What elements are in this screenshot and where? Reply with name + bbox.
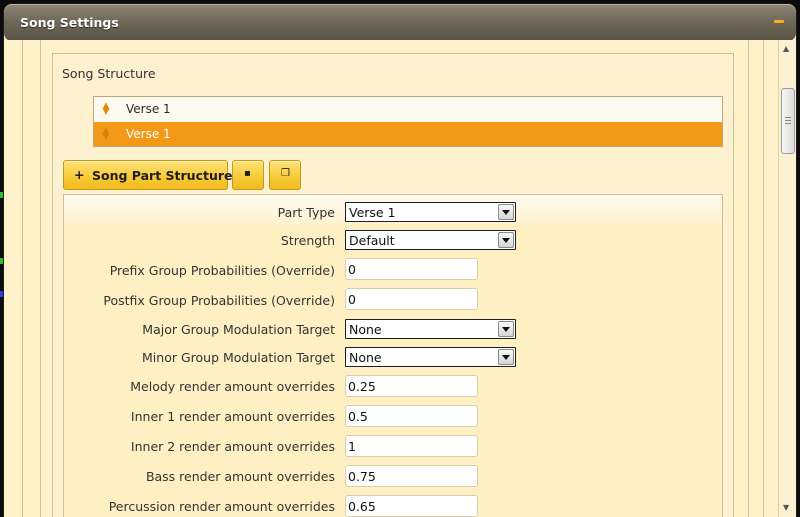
postfix-group-input[interactable]: 0: [345, 288, 478, 310]
percussion-render-label: Percussion render amount overrides: [108, 499, 335, 514]
grip-icon: [785, 123, 791, 124]
postfix-group-label: Postfix Group Probabilities (Override): [103, 293, 335, 308]
melody-render-label: Melody render amount overrides: [130, 379, 335, 394]
inner2-render-input[interactable]: 1: [345, 435, 478, 457]
major-modulation-label: Major Group Modulation Target: [142, 322, 335, 337]
chevron-down-icon[interactable]: [498, 232, 514, 248]
strength-select[interactable]: Default: [345, 230, 516, 250]
settings-content: Song Structure ▲ ▼ Verse 1 ▲ ▼ Verse 1 + S…: [4, 40, 796, 517]
list-item-label: Verse 1: [126, 102, 171, 116]
list-item-label: Verse 1: [126, 127, 171, 141]
bass-render-label: Bass render amount overrides: [145, 469, 335, 484]
bass-render-input[interactable]: 0.75: [345, 465, 478, 487]
scrollbar-thumb[interactable]: [781, 88, 795, 154]
reorder-icon[interactable]: ▲ ▼: [101, 127, 111, 142]
prefix-group-input[interactable]: 0: [345, 258, 478, 280]
trash-icon: ▪: [244, 168, 251, 179]
copy-button[interactable]: ❐: [269, 160, 301, 190]
window-title: Song Settings: [20, 15, 119, 30]
divider: [763, 40, 764, 517]
chevron-down-icon[interactable]: [498, 321, 514, 337]
part-settings-form: Part Type Verse 1 Strength Default Prefi…: [63, 194, 723, 517]
divider: [22, 40, 23, 517]
list-item-selected[interactable]: ▲ ▼ Verse 1: [94, 122, 722, 146]
prefix-group-label: Prefix Group Probabilities (Override): [109, 263, 335, 278]
window-titlebar[interactable]: Song Settings: [4, 4, 796, 40]
part-type-select[interactable]: Verse 1: [345, 202, 516, 222]
chevron-down-icon[interactable]: [498, 349, 514, 365]
inner1-render-label: Inner 1 render amount overrides: [130, 409, 335, 424]
minor-modulation-label: Minor Group Modulation Target: [142, 350, 335, 365]
part-type-label: Part Type: [277, 205, 335, 220]
delete-button[interactable]: ▪: [232, 160, 264, 190]
divider: [748, 40, 749, 517]
song-structure-group: Song Structure ▲ ▼ Verse 1 ▲ ▼ Verse 1 + S…: [52, 53, 734, 517]
add-song-part-structure-button[interactable]: + Song Part Structure: [63, 160, 233, 190]
inner2-render-label: Inner 2 render amount overrides: [130, 439, 335, 454]
percussion-render-input[interactable]: 0.65: [345, 495, 478, 517]
melody-render-input[interactable]: 0.25: [345, 375, 478, 397]
group-title: Song Structure: [62, 66, 156, 81]
list-item[interactable]: ▲ ▼ Verse 1: [94, 97, 722, 121]
grip-icon: [785, 120, 791, 121]
minor-modulation-select[interactable]: None: [345, 347, 516, 367]
copy-icon: ❐: [281, 168, 290, 179]
structure-list[interactable]: ▲ ▼ Verse 1 ▲ ▼ Verse 1: [93, 96, 723, 147]
major-modulation-select[interactable]: None: [345, 319, 516, 339]
vertical-scrollbar[interactable]: ▲ ▼: [778, 40, 796, 517]
scroll-down-icon[interactable]: ▼: [783, 503, 789, 512]
minimize-icon[interactable]: [774, 20, 784, 23]
reorder-icon[interactable]: ▲ ▼: [101, 102, 111, 117]
chevron-down-icon[interactable]: [498, 204, 514, 220]
scroll-up-icon[interactable]: ▲: [783, 44, 789, 53]
song-settings-window: Song Settings Song Structure ▲ ▼ Verse 1 …: [4, 4, 796, 517]
plus-icon: +: [74, 167, 85, 182]
inner1-render-input[interactable]: 0.5: [345, 405, 478, 427]
grip-icon: [785, 117, 791, 118]
strength-label: Strength: [280, 233, 335, 248]
